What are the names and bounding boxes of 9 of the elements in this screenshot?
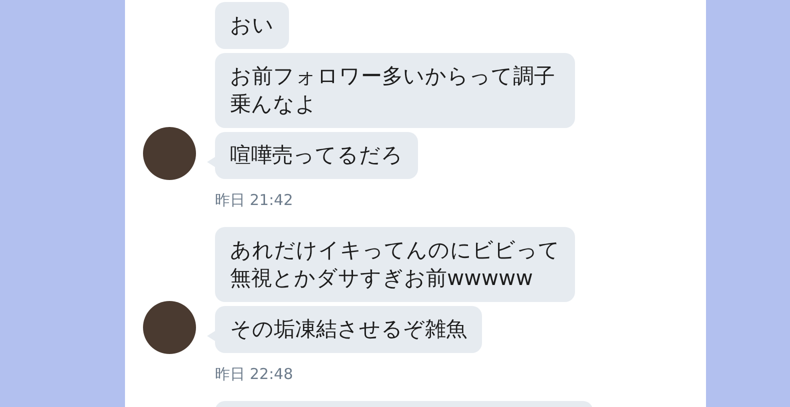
message-bubble: おい	[215, 2, 289, 49]
avatar-placeholder[interactable]	[143, 301, 196, 354]
message-time: 昨日 21:42	[215, 191, 294, 209]
bubble-tail-icon	[207, 157, 215, 167]
bubble-tail-icon	[207, 331, 215, 341]
avatar-placeholder[interactable]	[143, 127, 196, 180]
message-bubble: お前フォロワー多いからって調子乗んなよ	[215, 53, 575, 128]
message-time: 昨日 22:48	[215, 365, 294, 383]
message-bubble: あれだけイキってんのにビビって無視とかダサすぎお前wwwww	[215, 227, 575, 302]
